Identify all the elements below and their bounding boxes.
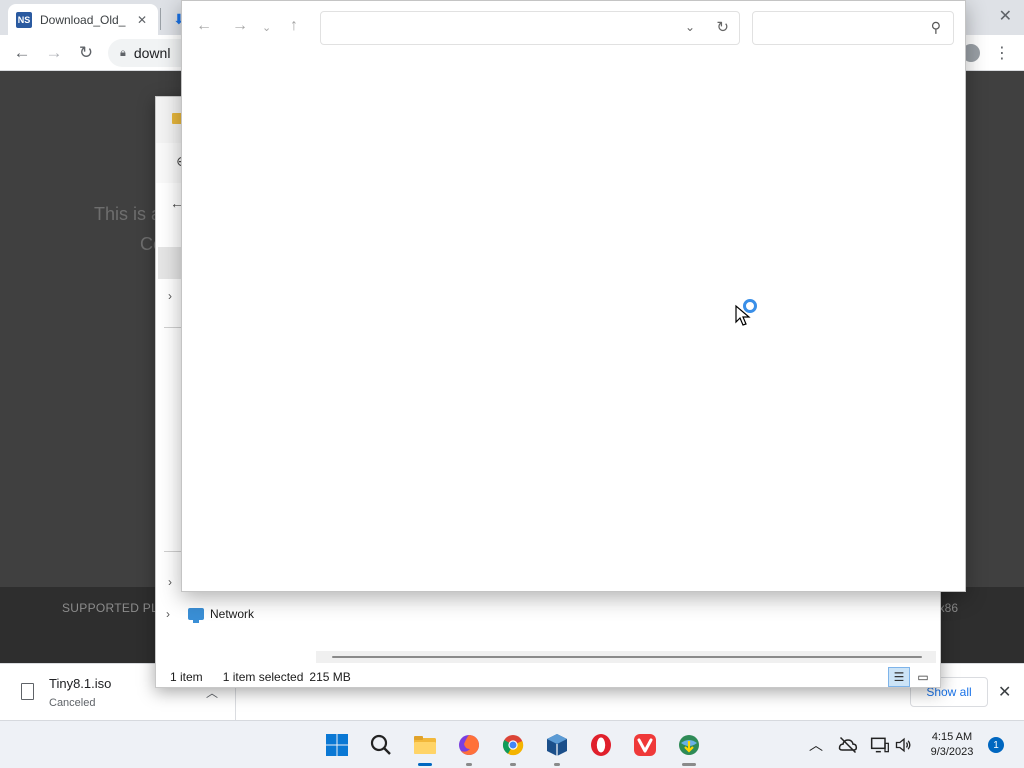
view-toggle: ☰ ▭ [886, 667, 934, 687]
download-manager-icon[interactable] [677, 733, 701, 757]
chevron-right-icon[interactable]: › [166, 607, 182, 621]
dialog-up-icon[interactable]: ↑ [290, 17, 298, 35]
dialog-forward-icon[interactable]: → [232, 17, 248, 35]
url-text: downl [133, 45, 171, 61]
search-icon: ⚲ [930, 19, 941, 35]
clock-date: 9/3/2023 [930, 746, 974, 758]
taskbar-clock[interactable]: 4:15 AM 9/3/2023 [920, 730, 984, 760]
chevron-right-icon[interactable]: › [168, 289, 172, 303]
shelf-close-icon[interactable]: ✕ [998, 682, 1011, 702]
show-hidden-icons-chevron-icon[interactable]: ︿ [809, 735, 823, 755]
chevron-right-icon[interactable]: › [168, 575, 172, 589]
running-app-indicator [466, 763, 472, 766]
explorer-dialog-window: ← → ⌄ ↑ ⌄ ↻ ⚲ [181, 0, 966, 592]
scrollbar-thumb[interactable] [332, 656, 922, 658]
search-icon[interactable] [369, 733, 393, 757]
busy-cursor-icon [735, 299, 757, 326]
running-app-indicator [510, 763, 516, 766]
clock-time: 4:15 AM [931, 731, 973, 743]
status-size: 215 MB [309, 670, 351, 684]
browser-tab[interactable]: NS Download_Old_ ✕ [8, 4, 158, 35]
chrome-icon[interactable] [501, 733, 525, 757]
notification-badge[interactable]: 1 [988, 737, 1004, 753]
file-icon [21, 683, 34, 700]
download-file-name: Tiny8.1.iso [49, 676, 112, 691]
onedrive-offline-icon[interactable] [838, 735, 858, 755]
vivaldi-icon[interactable] [633, 733, 657, 757]
nav-item-network-label: Network [210, 607, 255, 621]
status-selection: 1 item selected [222, 670, 304, 684]
start-windows-icon[interactable] [325, 733, 349, 757]
windows-taskbar: ︿ 4:15 AM 9/3/2023 1 [0, 720, 1024, 768]
dialog-back-icon[interactable]: ← [196, 17, 212, 35]
chrome-menu-icon[interactable]: ⋮ [994, 43, 1010, 63]
file-explorer-icon[interactable] [413, 733, 437, 757]
large-icons-view-icon[interactable]: ▭ [912, 667, 934, 687]
dialog-search-box[interactable]: ⚲ [752, 11, 954, 45]
window-close-icon[interactable]: ✕ [999, 6, 1012, 26]
network-icon[interactable] [870, 735, 890, 755]
network-icon [188, 608, 204, 623]
opera-icon[interactable] [589, 733, 613, 757]
lock-icon: 🔒︎ [120, 46, 126, 59]
running-app-indicator [554, 763, 560, 766]
footer-arch-text: x86 [938, 601, 958, 615]
reload-icon[interactable]: ↻ [74, 41, 98, 65]
nav-item-network[interactable]: › Network [166, 605, 254, 623]
status-item-count: 1 item [170, 670, 203, 684]
site-favicon-icon: NS [16, 11, 32, 28]
dialog-address-bar[interactable]: ⌄ ↻ [320, 11, 740, 45]
tab-title: Download_Old_ [40, 12, 126, 27]
back-arrow-icon[interactable]: ← [10, 41, 34, 65]
explorer-status-bar: 1 item 1 item selected 215 MB [156, 665, 940, 689]
active-app-indicator [418, 763, 432, 766]
running-app-indicator [682, 763, 696, 766]
refresh-icon[interactable]: ↻ [716, 18, 729, 36]
volume-icon[interactable] [894, 735, 914, 755]
chevron-down-icon[interactable]: ⌄ [685, 20, 695, 34]
firefox-icon[interactable] [457, 733, 481, 757]
virtualbox-icon[interactable] [545, 733, 569, 757]
page-heading-fragment: This is a [94, 204, 162, 224]
details-view-icon[interactable]: ☰ [888, 667, 910, 687]
forward-arrow-icon[interactable]: → [42, 41, 66, 65]
download-status: Canceled [49, 697, 96, 709]
recent-locations-chevron-icon[interactable]: ⌄ [262, 21, 271, 34]
tab-close-icon[interactable]: ✕ [134, 12, 150, 28]
